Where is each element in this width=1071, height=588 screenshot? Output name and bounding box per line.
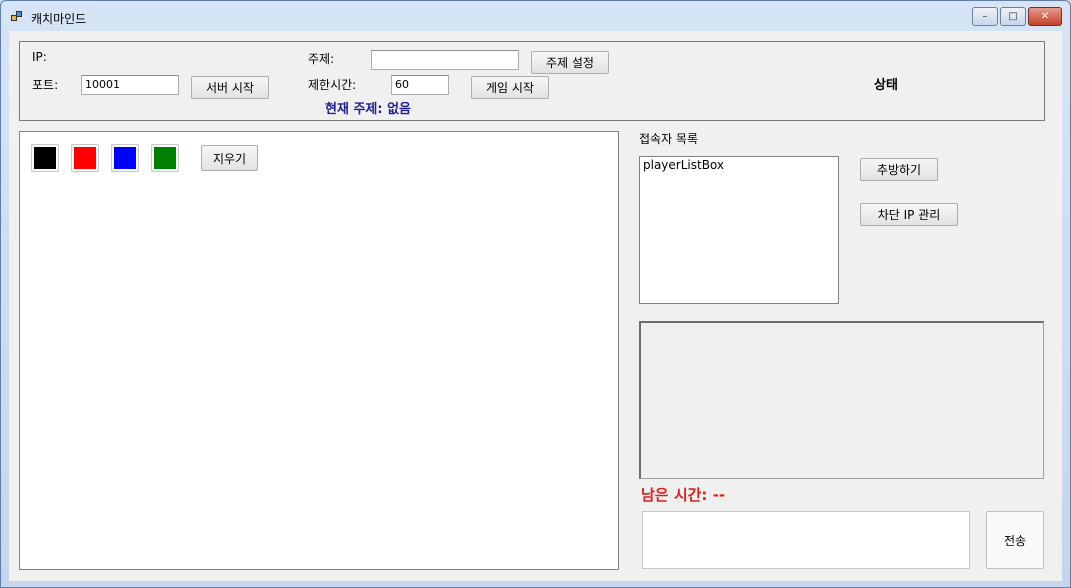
swatch-fill xyxy=(154,147,176,169)
time-limit-input[interactable]: 60 xyxy=(391,75,449,95)
minimize-icon[interactable]: – xyxy=(972,7,998,26)
blocked-ip-button[interactable]: 차단 IP 관리 xyxy=(860,203,958,226)
title-bar[interactable]: 캐치마인드 – □ ✕ xyxy=(1,1,1070,31)
chat-log[interactable] xyxy=(639,321,1044,479)
status-label: 상태 xyxy=(874,78,898,93)
color-swatch-black[interactable] xyxy=(31,144,59,172)
current-topic-label: 현재 주제: 없음 xyxy=(325,102,412,117)
topic-input[interactable] xyxy=(371,50,519,70)
color-swatch-blue[interactable] xyxy=(111,144,139,172)
start-server-button[interactable]: 서버 시작 xyxy=(191,76,269,99)
player-list-header: 접속자 목록 xyxy=(639,132,699,146)
restore-icon[interactable]: □ xyxy=(1000,7,1026,26)
swatch-fill xyxy=(74,147,96,169)
color-swatch-green[interactable] xyxy=(151,144,179,172)
topic-label: 주제: xyxy=(308,52,335,66)
port-label: 포트: xyxy=(32,78,59,92)
ip-label: IP: xyxy=(32,50,47,64)
start-game-button[interactable]: 게임 시작 xyxy=(471,76,549,99)
swatch-fill xyxy=(114,147,136,169)
clear-canvas-button[interactable]: 지우기 xyxy=(201,145,258,171)
list-item[interactable]: playerListBox xyxy=(643,158,835,172)
remaining-time-label: 남은 시간: -- xyxy=(641,486,726,504)
main-window: 캐치마인드 – □ ✕ IP: 포트: 10001 서버 시작 주제: 주제 설… xyxy=(0,0,1071,588)
settings-group: IP: 포트: 10001 서버 시작 주제: 주제 설정 제한시간: 60 게… xyxy=(19,41,1045,121)
drawing-canvas[interactable]: 지우기 xyxy=(19,131,619,570)
close-icon[interactable]: ✕ xyxy=(1028,7,1062,26)
chat-input[interactable] xyxy=(642,511,970,569)
kick-player-button[interactable]: 추방하기 xyxy=(860,158,938,181)
set-topic-button[interactable]: 주제 설정 xyxy=(531,51,609,74)
client-area: IP: 포트: 10001 서버 시작 주제: 주제 설정 제한시간: 60 게… xyxy=(9,31,1062,581)
send-button[interactable]: 전송 xyxy=(986,511,1044,569)
app-icon xyxy=(11,11,23,23)
color-swatch-red[interactable] xyxy=(71,144,99,172)
time-limit-label: 제한시간: xyxy=(308,78,357,92)
player-list-box[interactable]: playerListBox xyxy=(639,156,839,304)
swatch-fill xyxy=(34,147,56,169)
window-title: 캐치마인드 xyxy=(31,12,87,26)
port-input[interactable]: 10001 xyxy=(81,75,179,95)
